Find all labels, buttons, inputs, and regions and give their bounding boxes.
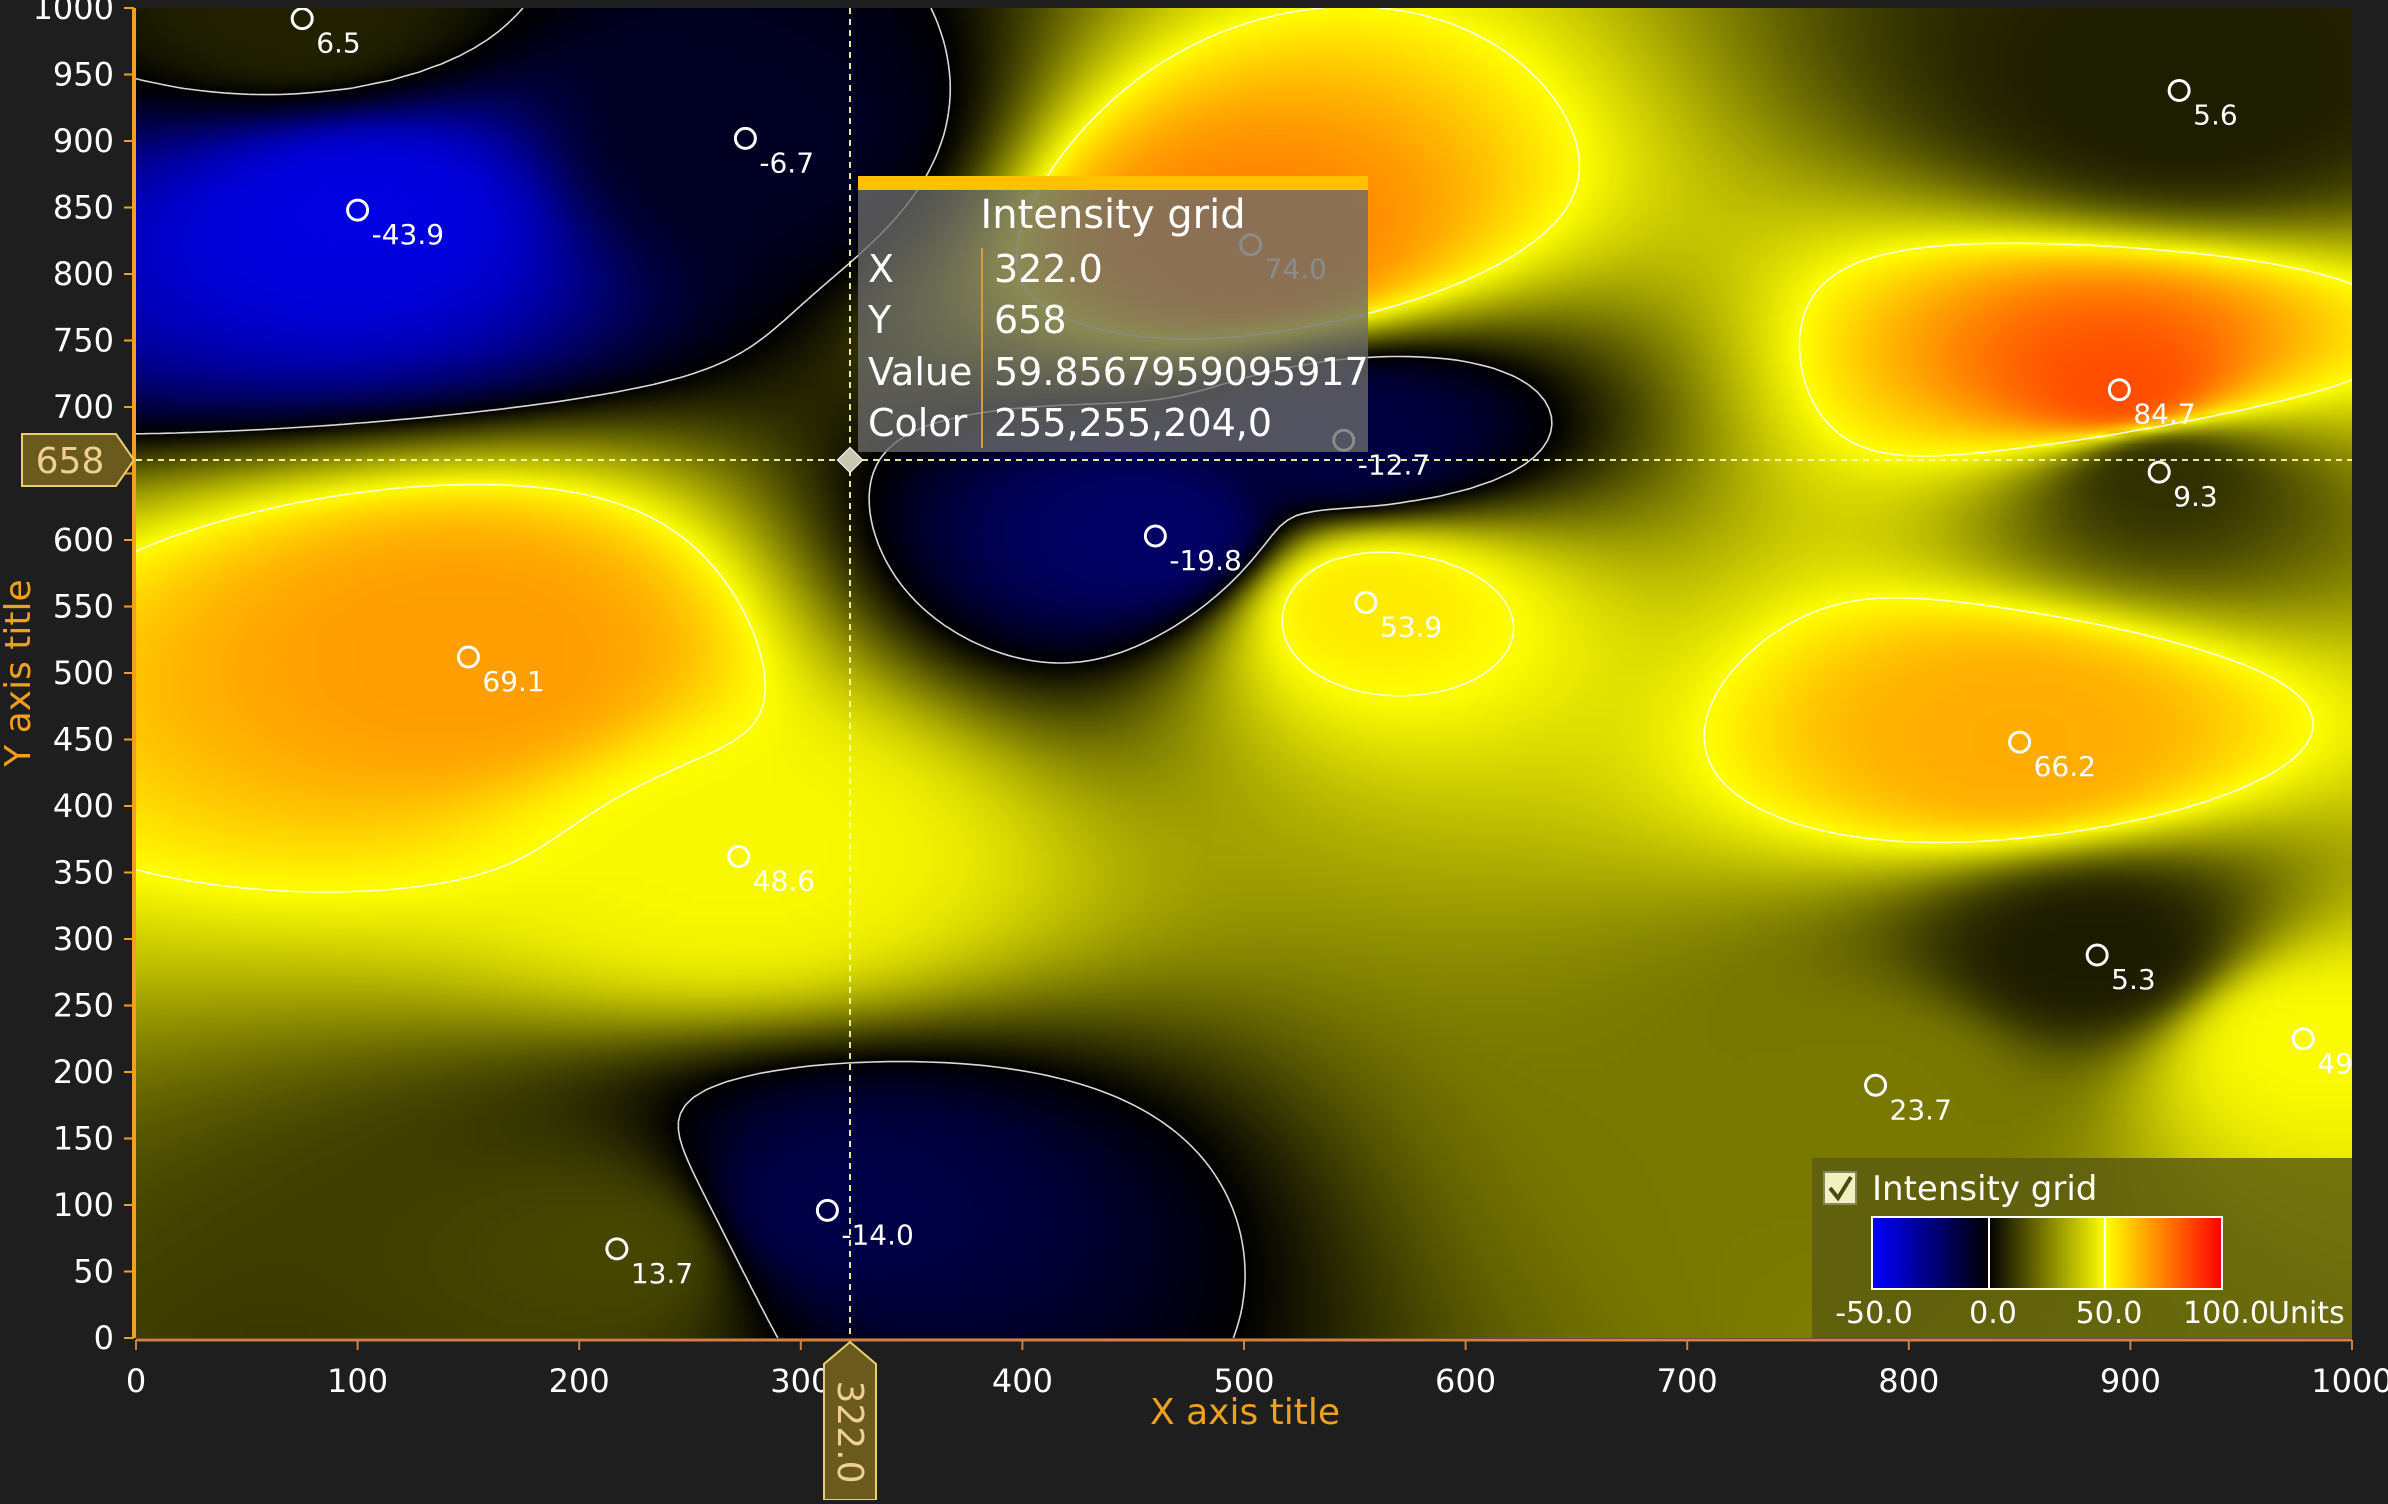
x-tick-label: 400 xyxy=(992,1362,1053,1400)
y-tick-label: 0 xyxy=(94,1319,114,1357)
tooltip-value-x: 322.0 xyxy=(994,247,1103,291)
y-tick-label: 200 xyxy=(53,1053,114,1091)
tooltip-key-value: Value xyxy=(868,350,972,394)
tooltip-value-y: 658 xyxy=(994,298,1067,342)
y-axis-title: Y axis title xyxy=(0,579,39,767)
data-point[interactable] xyxy=(727,845,751,869)
y-axis-ticks: 0501001502002503003504004505005506006507… xyxy=(33,0,134,1357)
data-point[interactable] xyxy=(2147,460,2171,484)
y-tick-label: 950 xyxy=(53,56,114,94)
data-point-label: 69.1 xyxy=(482,665,544,698)
y-tick-label: 1000 xyxy=(33,0,114,27)
x-tick-label: 100 xyxy=(327,1362,388,1400)
tooltip-title: Intensity grid xyxy=(980,192,1245,238)
data-point[interactable] xyxy=(456,645,480,669)
legend-units-label: Units xyxy=(2268,1296,2345,1331)
data-point-label: 66.2 xyxy=(2034,750,2096,783)
tooltip-value-color: 255,255,204,0 xyxy=(994,401,1272,445)
data-tooltip: Intensity grid X 322.0 Y 658 Value 59.85… xyxy=(858,176,1369,452)
tooltip-key-color: Color xyxy=(868,401,968,445)
y-cursor-label: 658 xyxy=(36,441,105,482)
x-tick-label: 800 xyxy=(1878,1362,1939,1400)
x-axis-ticks: 0 100 200 300 400 500 600 700 800 900 1000 xyxy=(126,1340,2388,1400)
data-point[interactable] xyxy=(1143,524,1167,548)
data-point-label: -14.0 xyxy=(841,1218,913,1251)
data-point[interactable] xyxy=(1354,591,1378,615)
legend-mid-label: 50.0 xyxy=(2076,1296,2143,1331)
data-point-label: 48.6 xyxy=(753,865,815,898)
data-point-label: 9.3 xyxy=(2173,480,2218,513)
data-point[interactable] xyxy=(733,126,757,150)
data-point-label: 5.3 xyxy=(2111,963,2156,996)
x-tick-label: 1000 xyxy=(2311,1362,2388,1400)
data-point[interactable] xyxy=(290,8,314,31)
legend: Intensity grid -50.0 0.0 50.0 100.0 Unit… xyxy=(1812,1158,2352,1338)
data-point[interactable] xyxy=(2167,78,2191,102)
chart-stage: 6.5-6.7-43.974.05.684.79.3-12.7-19.853.9… xyxy=(0,0,2388,1501)
data-point[interactable] xyxy=(2291,1027,2315,1051)
y-tick-label: 700 xyxy=(53,388,114,426)
legend-title: Intensity grid xyxy=(1872,1169,2097,1209)
data-point-label: 53.9 xyxy=(1380,611,1442,644)
tooltip-key-y: Y xyxy=(867,298,892,342)
y-tick-label: 550 xyxy=(53,588,114,626)
tooltip-key-x: X xyxy=(868,247,894,291)
tooltip-accent-bar xyxy=(858,176,1368,190)
data-point[interactable] xyxy=(2008,730,2032,754)
legend-min-label: -50.0 xyxy=(1835,1296,1913,1331)
legend-checkbox[interactable] xyxy=(1823,1171,1857,1205)
y-tick-label: 100 xyxy=(53,1186,114,1224)
x-axis-title: X axis title xyxy=(1150,1392,1340,1433)
x-tick-label: 300 xyxy=(770,1362,831,1400)
data-point[interactable] xyxy=(346,198,370,222)
data-point-label: 5.6 xyxy=(2193,98,2238,131)
intensity-grid-chart[interactable]: 6.5-6.7-43.974.05.684.79.3-12.7-19.853.9… xyxy=(0,0,2388,1501)
y-tick-label: 850 xyxy=(53,189,114,227)
y-tick-label: 250 xyxy=(53,987,114,1025)
data-point-label: 23.7 xyxy=(1890,1093,1952,1126)
legend-zero-label: 0.0 xyxy=(1969,1296,2017,1331)
x-cursor-label: 322.0 xyxy=(829,1380,870,1483)
data-point-label: 13.7 xyxy=(631,1257,693,1290)
y-tick-label: 600 xyxy=(53,521,114,559)
data-point-label: -19.8 xyxy=(1169,544,1241,577)
data-point-label: 6.5 xyxy=(316,27,361,60)
y-tick-label: 450 xyxy=(53,721,114,759)
data-point[interactable] xyxy=(2085,943,2109,967)
y-tick-label: 900 xyxy=(53,122,114,160)
data-point-label: 49 xyxy=(2317,1047,2353,1080)
data-point-label: -6.7 xyxy=(759,146,814,179)
y-tick-label: 750 xyxy=(53,322,114,360)
x-tick-label: 700 xyxy=(1657,1362,1718,1400)
data-point-label: -12.7 xyxy=(1358,448,1430,481)
y-tick-label: 400 xyxy=(53,787,114,825)
y-tick-label: 150 xyxy=(53,1120,114,1158)
x-tick-label: 600 xyxy=(1435,1362,1496,1400)
tooltip-value-value: 59.8567959095917 xyxy=(994,350,1369,394)
legend-max-label: 100.0 xyxy=(2183,1296,2269,1331)
data-point[interactable] xyxy=(605,1237,629,1261)
legend-color-scale xyxy=(1871,1216,2223,1290)
data-point[interactable] xyxy=(815,1198,839,1222)
x-cursor-badge: 322.0 xyxy=(823,1340,877,1501)
y-cursor-badge: 658 xyxy=(21,433,136,487)
data-point[interactable] xyxy=(2107,378,2131,402)
y-tick-label: 50 xyxy=(73,1253,114,1291)
y-tick-label: 300 xyxy=(53,920,114,958)
y-tick-label: 800 xyxy=(53,255,114,293)
x-tick-label: 0 xyxy=(126,1362,146,1400)
data-point-label: -43.9 xyxy=(372,218,444,251)
y-tick-label: 500 xyxy=(53,654,114,692)
data-point-label: 84.7 xyxy=(2133,398,2195,431)
x-tick-label: 900 xyxy=(2100,1362,2161,1400)
y-tick-label: 350 xyxy=(53,854,114,892)
data-point[interactable] xyxy=(1864,1073,1888,1097)
x-tick-label: 200 xyxy=(549,1362,610,1400)
